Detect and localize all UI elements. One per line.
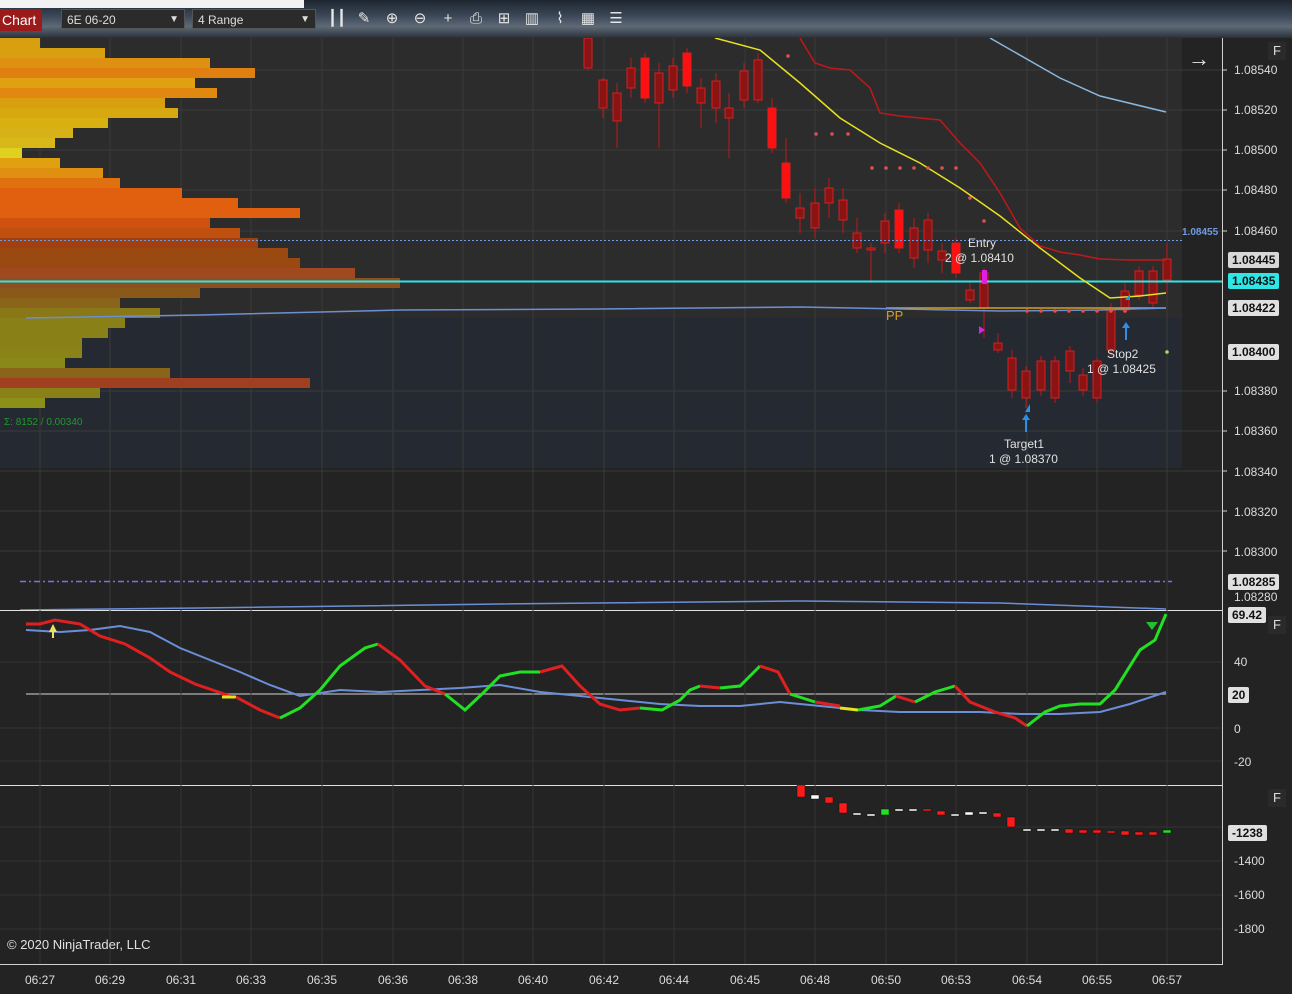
indicators-icon[interactable]: ⊞ <box>495 10 513 28</box>
pivot-tag: 1.08422 <box>1228 300 1280 316</box>
time-tick: 06:35 <box>306 973 338 987</box>
templates-icon[interactable]: ⌇ <box>551 10 569 28</box>
stop-price-tag: 1.08400 <box>1228 344 1280 360</box>
osc-tick: 0 <box>1234 722 1241 736</box>
cyan-line-tag: 1.08435 <box>1228 273 1280 289</box>
time-tick: 06:53 <box>940 973 972 987</box>
time-tick: 06:57 <box>1151 973 1183 987</box>
workspace-icon[interactable]: ▦ <box>579 10 597 28</box>
zoom-in-icon[interactable]: ⊕ <box>383 10 401 28</box>
top-level-label: 1.08455 <box>1182 227 1219 238</box>
price-tick: 1.08520 <box>1234 103 1278 117</box>
osc-level-tag: 20 <box>1228 687 1250 703</box>
time-tick: 06:50 <box>870 973 902 987</box>
stop-order-name: Stop2 <box>1107 347 1139 361</box>
cum-tick: -1600 <box>1234 888 1265 902</box>
bar-type-icon[interactable]: ┃┃ <box>328 10 346 28</box>
time-tick: 06:36 <box>377 973 409 987</box>
time-tick: 06:27 <box>24 973 56 987</box>
instrument-value: 6E 06-20 <box>67 13 116 27</box>
volume-profile-summary: Σ: 8152 / 0.00340 <box>4 417 83 428</box>
bar-type-selector[interactable]: 4 Range ▼ <box>192 9 316 29</box>
price-tick: 1.08300 <box>1234 545 1278 559</box>
scroll-right-arrow-icon[interactable]: → <box>1188 46 1210 72</box>
price-tick: 1.08380 <box>1234 384 1278 398</box>
panel-button-oscillator[interactable]: F <box>1268 616 1286 634</box>
time-tick: 06:48 <box>799 973 831 987</box>
price-tick: 1.08460 <box>1234 224 1278 238</box>
time-tick: 06:45 <box>729 973 761 987</box>
zoom-out-icon[interactable]: ⊖ <box>411 10 429 28</box>
strategies-icon[interactable]: ▥ <box>523 10 541 28</box>
time-tick: 06:44 <box>658 973 690 987</box>
osc-tick: 40 <box>1234 655 1248 669</box>
stop-order-qty: 1 @ 1.08425 <box>1087 362 1156 376</box>
time-tick: 06:55 <box>1081 973 1113 987</box>
draw-icon[interactable]: ✎ <box>355 10 373 28</box>
properties-icon[interactable]: ⎙ <box>467 10 485 28</box>
chevron-down-icon: ▼ <box>169 14 179 25</box>
time-tick: 06:29 <box>94 973 126 987</box>
target-order-qty: 1 @ 1.08370 <box>989 452 1058 466</box>
crosshair-icon[interactable]: + <box>439 10 457 28</box>
entry-order-name: Entry <box>968 236 997 250</box>
price-tick: 1.08320 <box>1234 505 1278 519</box>
last-price-tag: 1.08445 <box>1228 252 1280 268</box>
title-strip <box>0 0 304 8</box>
chart-toolbar: Chart 6E 06-20 ▼ 4 Range ▼ ┃┃ ✎ ⊕ ⊖ + ⎙ … <box>0 0 1292 38</box>
copyright: © 2020 NinjaTrader, LLC <box>7 937 151 952</box>
cum-tick: -1800 <box>1234 922 1265 936</box>
time-tick: 06:33 <box>235 973 267 987</box>
pivot-label: PP <box>886 308 904 323</box>
time-tick: 06:38 <box>447 973 479 987</box>
time-tick: 06:40 <box>517 973 549 987</box>
more-icon[interactable]: ☰ <box>607 10 625 28</box>
osc-tick: -20 <box>1234 755 1252 769</box>
low-level-tag: 1.08285 <box>1228 574 1280 590</box>
time-tick: 06:54 <box>1011 973 1043 987</box>
chart-tab[interactable]: Chart <box>0 9 42 31</box>
entry-order-qty: 2 @ 1.08410 <box>945 251 1014 265</box>
instrument-selector[interactable]: 6E 06-20 ▼ <box>61 9 185 29</box>
cum-tick: -1400 <box>1234 854 1265 868</box>
target-order-name: Target1 <box>1004 437 1045 451</box>
bar-type-value: 4 Range <box>198 13 244 27</box>
price-tick: 1.08360 <box>1234 424 1278 438</box>
price-tick: 1.08500 <box>1234 143 1278 157</box>
osc-value-tag: 69.42 <box>1228 607 1267 623</box>
price-tick: 1.08540 <box>1234 63 1278 77</box>
chevron-down-icon: ▼ <box>300 14 310 25</box>
panel-button-price[interactable]: F <box>1268 42 1286 60</box>
price-tick: 1.08480 <box>1234 183 1278 197</box>
price-tick: 1.08280 <box>1234 590 1278 604</box>
time-tick: 06:42 <box>588 973 620 987</box>
price-tick: 1.08340 <box>1234 465 1278 479</box>
axis-frame <box>0 38 1227 965</box>
time-tick: 06:31 <box>165 973 197 987</box>
cum-value-tag: -1238 <box>1228 825 1267 841</box>
panel-button-cumulative[interactable]: F <box>1268 789 1286 807</box>
